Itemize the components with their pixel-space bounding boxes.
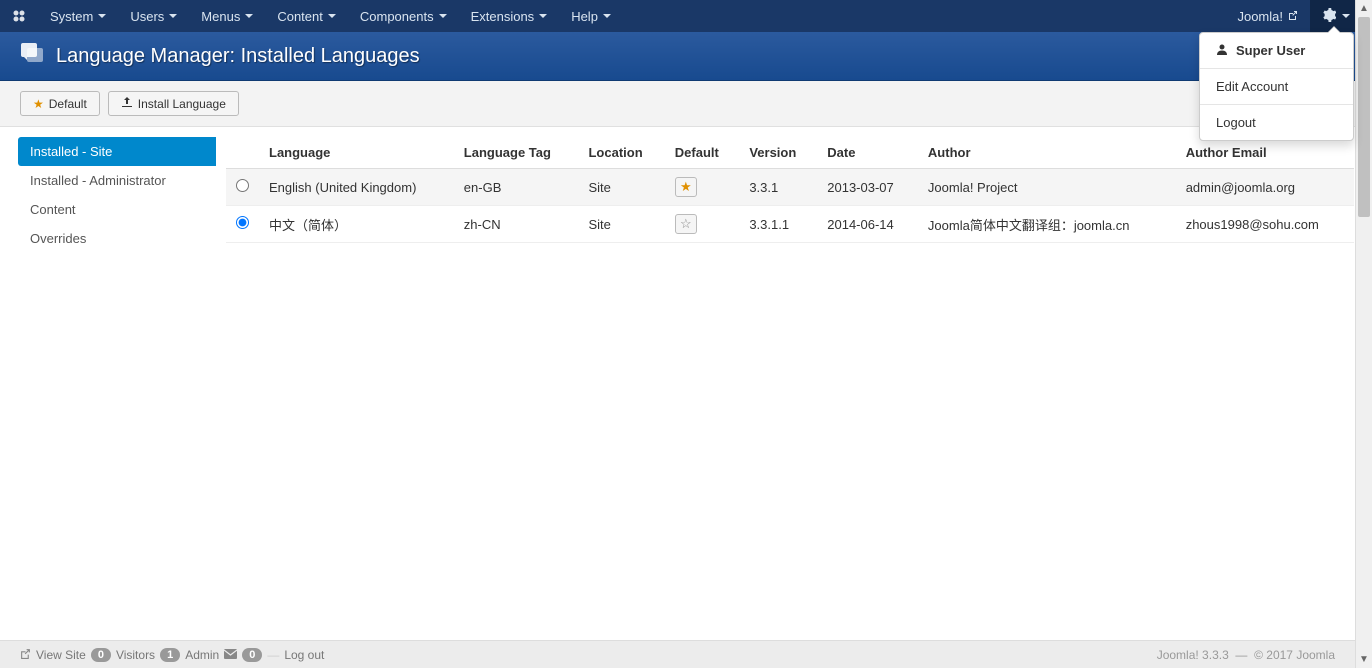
cell-email: admin@joomla.org	[1176, 169, 1354, 206]
cell-language: 中文（简体）	[259, 206, 454, 243]
col-author[interactable]: Author	[918, 137, 1176, 169]
row-radio[interactable]	[236, 216, 249, 229]
sidebar: Installed - Site Installed - Administrat…	[18, 137, 216, 253]
dropdown-user-header: Super User	[1200, 33, 1353, 68]
admin-badge: 1	[160, 648, 180, 662]
caret-icon	[245, 14, 253, 18]
toolbar: ★ Default Install Language	[0, 81, 1372, 127]
external-link-icon	[1288, 10, 1298, 23]
cell-date: 2013-03-07	[817, 169, 918, 206]
footer-admin[interactable]: 1 Admin	[160, 648, 219, 662]
sidebar-item-content[interactable]: Content	[18, 195, 216, 224]
default-button-label: Default	[49, 97, 87, 111]
nav-content[interactable]: Content	[265, 0, 348, 32]
table-row: 中文（简体） zh-CN Site ☆ 3.3.1.1 2014-06-14 J…	[226, 206, 1354, 243]
nav-help[interactable]: Help	[559, 0, 623, 32]
footer-view-site[interactable]: View Site	[20, 648, 86, 662]
cell-version: 3.3.1.1	[739, 206, 817, 243]
table-row: English (United Kingdom) en-GB Site ★ 3.…	[226, 169, 1354, 206]
footer-version: Joomla! 3.3.3	[1157, 648, 1229, 662]
gear-icon	[1322, 8, 1336, 25]
col-select	[226, 137, 259, 169]
upload-icon	[121, 96, 133, 111]
cell-author: Joomla! Project	[918, 169, 1176, 206]
user-dropdown: Super User Edit Account Logout	[1199, 32, 1354, 141]
dropdown-logout[interactable]: Logout	[1200, 105, 1353, 140]
footer-visitors[interactable]: 0 Visitors	[91, 648, 155, 662]
scroll-thumb[interactable]	[1358, 17, 1370, 217]
nav-items: System Users Menus Content Components Ex…	[38, 0, 623, 32]
main: Language Language Tag Location Default V…	[226, 137, 1354, 253]
install-button-label: Install Language	[138, 97, 226, 111]
user-icon	[1216, 43, 1228, 58]
content-wrap: Installed - Site Installed - Administrat…	[0, 127, 1372, 253]
cell-author: Joomla简体中文翻译组：joomla.cn	[918, 206, 1176, 243]
col-default[interactable]: Default	[665, 137, 740, 169]
joomla-logo-icon[interactable]	[10, 7, 28, 25]
caret-icon	[603, 14, 611, 18]
default-star-button[interactable]: ★	[675, 177, 697, 197]
footer-admin-label: Admin	[185, 648, 219, 662]
nav-components[interactable]: Components	[348, 0, 459, 32]
default-star-button[interactable]: ☆	[675, 214, 697, 234]
star-icon: ★	[33, 97, 44, 111]
page-title: Language Manager: Installed Languages	[56, 45, 420, 68]
caret-icon	[1342, 14, 1350, 18]
languages-table: Language Language Tag Location Default V…	[226, 137, 1354, 243]
dropdown-user-label: Super User	[1236, 43, 1305, 58]
col-language[interactable]: Language	[259, 137, 454, 169]
col-version[interactable]: Version	[739, 137, 817, 169]
sidebar-item-installed-site[interactable]: Installed - Site	[18, 137, 216, 166]
sidebar-item-overrides[interactable]: Overrides	[18, 224, 216, 253]
footer-left: View Site 0 Visitors 1 Admin 0 — Log out	[20, 648, 324, 662]
col-tag[interactable]: Language Tag	[454, 137, 579, 169]
col-email[interactable]: Author Email	[1176, 137, 1354, 169]
footer-right: Joomla! 3.3.3 — © 2017 Joomla	[1157, 648, 1335, 662]
mail-icon	[224, 648, 237, 662]
vertical-scrollbar[interactable]: ▲ ▼	[1355, 0, 1372, 668]
caret-icon	[539, 14, 547, 18]
footer-view-site-label: View Site	[36, 648, 86, 662]
nav-right: Joomla!	[1225, 0, 1362, 32]
nav-users[interactable]: Users	[118, 0, 189, 32]
col-date[interactable]: Date	[817, 137, 918, 169]
install-language-button[interactable]: Install Language	[108, 91, 239, 116]
cell-version: 3.3.1	[739, 169, 817, 206]
cell-date: 2014-06-14	[817, 206, 918, 243]
brand-link[interactable]: Joomla!	[1225, 9, 1310, 24]
caret-icon	[328, 14, 336, 18]
scroll-down-arrow[interactable]: ▼	[1356, 651, 1372, 668]
header-bar: Language Manager: Installed Languages	[0, 32, 1372, 81]
dropdown-edit-account[interactable]: Edit Account	[1200, 69, 1353, 104]
col-location[interactable]: Location	[578, 137, 664, 169]
messages-badge: 0	[242, 648, 262, 662]
cell-location: Site	[578, 206, 664, 243]
external-link-icon	[20, 648, 31, 662]
caret-icon	[439, 14, 447, 18]
cell-email: zhous1998@sohu.com	[1176, 206, 1354, 243]
footer-messages[interactable]: 0	[224, 648, 262, 662]
footer-copyright: © 2017 Joomla	[1254, 648, 1335, 662]
sidebar-item-installed-admin[interactable]: Installed - Administrator	[18, 166, 216, 195]
footer-visitors-label: Visitors	[116, 648, 155, 662]
caret-icon	[98, 14, 106, 18]
nav-menus[interactable]: Menus	[189, 0, 265, 32]
footer: View Site 0 Visitors 1 Admin 0 — Log out…	[0, 640, 1355, 668]
footer-logout[interactable]: Log out	[284, 648, 324, 662]
cell-tag: zh-CN	[454, 206, 579, 243]
brand-label: Joomla!	[1237, 9, 1283, 24]
nav-extensions[interactable]: Extensions	[459, 0, 560, 32]
top-nav: System Users Menus Content Components Ex…	[0, 0, 1372, 32]
nav-system[interactable]: System	[38, 0, 118, 32]
cell-tag: en-GB	[454, 169, 579, 206]
cell-language: English (United Kingdom)	[259, 169, 454, 206]
cell-location: Site	[578, 169, 664, 206]
language-icon	[20, 42, 44, 70]
default-button[interactable]: ★ Default	[20, 91, 100, 116]
scroll-up-arrow[interactable]: ▲	[1356, 0, 1372, 17]
visitors-badge: 0	[91, 648, 111, 662]
caret-icon	[169, 14, 177, 18]
row-radio[interactable]	[236, 179, 249, 192]
